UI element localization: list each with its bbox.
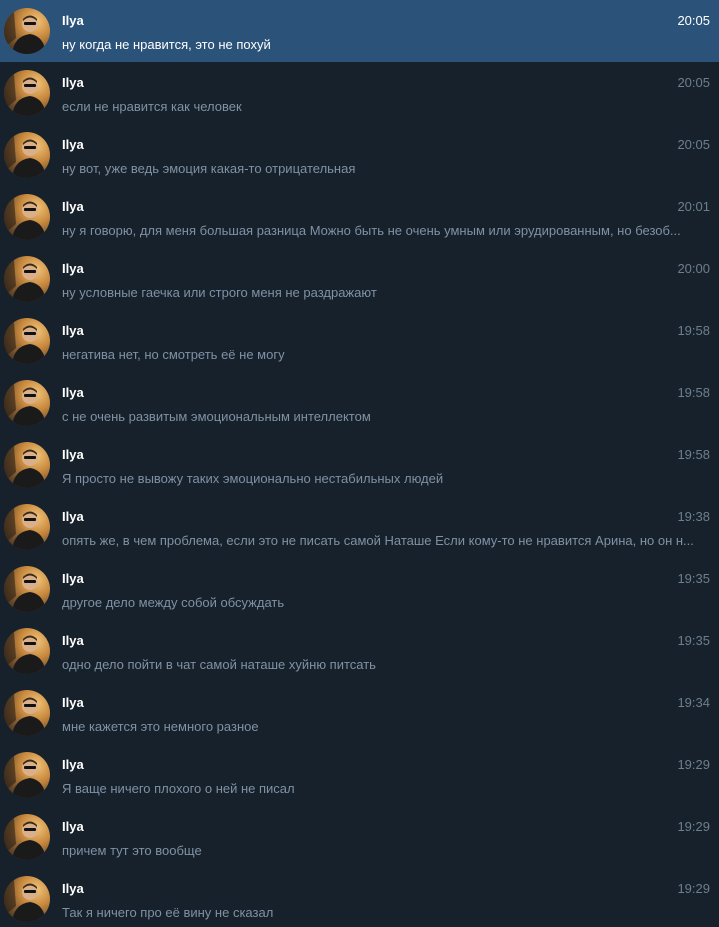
sender-name: Ilya: [62, 385, 84, 400]
message-time: 19:34: [677, 695, 710, 710]
message-result-row[interactable]: Ilya 19:35 другое дело между собой обсужда…: [0, 558, 719, 620]
message-time: 19:29: [677, 881, 710, 896]
message-text: причем тут это вообще: [62, 843, 202, 858]
message-text: ну когда не нравится, это не похуй: [62, 37, 271, 52]
avatar: [4, 690, 50, 736]
avatar: [4, 628, 50, 674]
avatar: [4, 814, 50, 860]
message-result-row[interactable]: Ilya 20:05 ну вот, уже ведь эмоция какая-т…: [0, 124, 719, 186]
avatar: [4, 876, 50, 922]
sender-name: Ilya: [62, 571, 84, 586]
message-text: Так я ничего про её вину не сказал: [62, 905, 274, 920]
message-result-row[interactable]: Ilya 19:58 негатива нет, но смотреть её не…: [0, 310, 719, 372]
avatar: [4, 256, 50, 302]
sender-name: Ilya: [62, 13, 84, 28]
message-text: Я ваще ничего плохого о ней не писал: [62, 781, 295, 796]
avatar: [4, 752, 50, 798]
message-result-row[interactable]: Ilya 20:00 ну условные гаечка или строго м…: [0, 248, 719, 310]
sender-name: Ilya: [62, 447, 84, 462]
message-text: другое дело между собой обсуждать: [62, 595, 285, 610]
message-result-row[interactable]: Ilya 19:34 мне кажется это немного разное: [0, 682, 719, 744]
sender-name: Ilya: [62, 261, 84, 276]
message-time: 19:58: [677, 447, 710, 462]
message-time: 20:05: [677, 137, 710, 152]
message-result-row[interactable]: Ilya 19:29 Так я ничего про её вину не ска…: [0, 868, 719, 927]
avatar: [4, 194, 50, 240]
avatar: [4, 70, 50, 116]
sender-name: Ilya: [62, 323, 84, 338]
sender-name: Ilya: [62, 137, 84, 152]
message-result-row[interactable]: Ilya 19:29 Я ваще ничего плохого о ней не …: [0, 744, 719, 806]
message-text: ну вот, уже ведь эмоция какая-то отрицат…: [62, 161, 356, 176]
message-time: 19:35: [677, 571, 710, 586]
message-time: 19:58: [677, 385, 710, 400]
message-result-row[interactable]: Ilya 20:05 если не нравится как человек: [0, 62, 719, 124]
message-text: опять же, в чем проблема, если это не пи…: [62, 533, 694, 548]
avatar: [4, 8, 50, 54]
avatar: [4, 318, 50, 364]
message-text: Я просто не вывожу таких эмоционально не…: [62, 471, 444, 486]
sender-name: Ilya: [62, 881, 84, 896]
avatar: [4, 442, 50, 488]
avatar: [4, 380, 50, 426]
message-result-row[interactable]: Ilya 19:58 с не очень развитым эмоциональн…: [0, 372, 719, 434]
message-text: одно дело пойти в чат самой наташе хуйню…: [62, 657, 376, 672]
sender-name: Ilya: [62, 199, 84, 214]
message-result-row[interactable]: Ilya 20:01 ну я говорю, для меня большая р…: [0, 186, 719, 248]
avatar: [4, 504, 50, 550]
message-result-row[interactable]: Ilya 19:58 Я просто не вывожу таких эмоцио…: [0, 434, 719, 496]
message-time: 20:05: [677, 75, 710, 90]
sender-name: Ilya: [62, 509, 84, 524]
message-result-row[interactable]: Ilya 20:05 ну когда не нравится, это не по…: [0, 0, 719, 62]
message-time: 20:05: [677, 13, 710, 28]
sender-name: Ilya: [62, 633, 84, 648]
sender-name: Ilya: [62, 819, 84, 834]
sender-name: Ilya: [62, 757, 84, 772]
message-time: 19:29: [677, 819, 710, 834]
message-result-row[interactable]: Ilya 19:35 одно дело пойти в чат самой нат…: [0, 620, 719, 682]
message-text: если не нравится как человек: [62, 99, 242, 114]
message-result-row[interactable]: Ilya 19:38 опять же, в чем проблема, если …: [0, 496, 719, 558]
message-search-results-list: Ilya 20:05 ну когда не нравится, это не по…: [0, 0, 719, 927]
message-text: ну я говорю, для меня большая разница Мо…: [62, 223, 681, 238]
message-text: с не очень развитым эмоциональным интелл…: [62, 409, 371, 424]
message-result-row[interactable]: Ilya 19:29 причем тут это вообще: [0, 806, 719, 868]
message-text: мне кажется это немного разное: [62, 719, 259, 734]
message-time: 19:35: [677, 633, 710, 648]
sender-name: Ilya: [62, 695, 84, 710]
message-text: ну условные гаечка или строго меня не ра…: [62, 285, 377, 300]
message-time: 19:29: [677, 757, 710, 772]
avatar: [4, 132, 50, 178]
message-time: 20:00: [677, 261, 710, 276]
message-text: негатива нет, но смотреть её не могу: [62, 347, 285, 362]
avatar: [4, 566, 50, 612]
sender-name: Ilya: [62, 75, 84, 90]
message-time: 19:58: [677, 323, 710, 338]
message-time: 19:38: [677, 509, 710, 524]
message-time: 20:01: [677, 199, 710, 214]
